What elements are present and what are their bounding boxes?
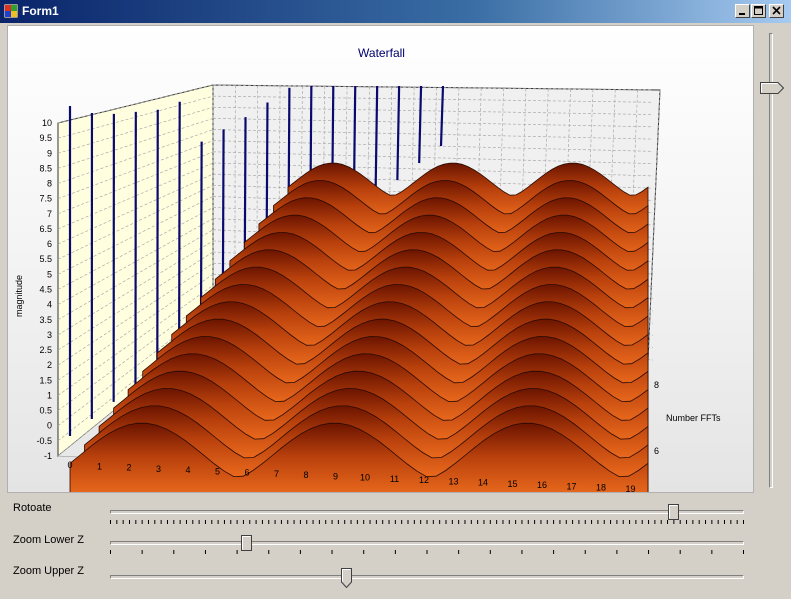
- xtick-label: 1: [97, 461, 102, 471]
- minimize-icon: [739, 13, 745, 15]
- ytick-label: 2.5: [39, 345, 52, 355]
- rotate-label: Rotoate: [13, 502, 52, 514]
- ytick-label: 1.5: [39, 375, 52, 385]
- xtick-label: 4: [185, 465, 190, 475]
- xtick-label: 13: [448, 476, 458, 486]
- y-axis-label: magnitude: [14, 275, 24, 317]
- xtick-label: 16: [537, 480, 547, 490]
- zoom-upper-label: Zoom Upper Z: [13, 565, 84, 577]
- vertical-trackbar-thumb[interactable]: [760, 82, 784, 94]
- xtick-label: 5: [215, 466, 220, 476]
- ytick-label: 5.5: [39, 254, 52, 264]
- ytick-label: 9.5: [39, 133, 52, 143]
- xtick-label: 0: [67, 460, 72, 470]
- ytick-label: 9: [47, 148, 52, 158]
- ytick-label: 6: [47, 239, 52, 249]
- maximize-button[interactable]: [751, 4, 766, 18]
- ytick-label: 7: [47, 209, 52, 219]
- zoom-lower-track[interactable]: [110, 541, 744, 545]
- zoom-upper-thumb[interactable]: [340, 568, 352, 588]
- xtick-label: 14: [478, 478, 488, 488]
- xtick-label: 8: [303, 470, 308, 480]
- chart-plot: 109.598.587.576.565.554.543.532.521.510.…: [14, 84, 721, 493]
- zoom-lower-label: Zoom Lower Z: [13, 534, 84, 546]
- ytick-label: 10: [42, 118, 52, 128]
- ytick-label: 3: [47, 330, 52, 340]
- depth-tick-label: 8: [654, 380, 659, 390]
- xtick-label: 18: [596, 483, 606, 493]
- ytick-label: -1: [44, 451, 52, 461]
- ytick-label: 1: [47, 390, 52, 400]
- xtick-label: 11: [390, 474, 399, 484]
- xtick-label: 10: [360, 473, 370, 483]
- waterfall-chart[interactable]: Waterfall 10 9.5 9 8.5 8 7.5 7 6.5 6 5.5 5 4.5 4 3.5 3…: [7, 25, 754, 493]
- close-button[interactable]: [769, 4, 784, 18]
- ytick-label: 3.5: [39, 315, 52, 325]
- ytick-label: 0: [47, 421, 52, 431]
- rotate-track[interactable]: [110, 510, 744, 514]
- ytick-label: 4.5: [39, 285, 52, 295]
- ytick-label: -0.5: [36, 436, 52, 446]
- minimize-button[interactable]: [735, 4, 750, 18]
- xtick-label: 7: [274, 469, 279, 479]
- ytick-label: 4: [47, 300, 52, 310]
- ytick-label: 2: [47, 360, 52, 370]
- xtick-label: 12: [419, 475, 429, 485]
- app-icon[interactable]: [4, 4, 18, 18]
- ytick-label: 8: [47, 179, 52, 189]
- close-icon: [772, 6, 781, 15]
- rotate-thumb[interactable]: [667, 504, 679, 520]
- zoom-upper-track[interactable]: [110, 575, 744, 579]
- spike: [178, 101, 181, 351]
- zoom-lower-ticks: [110, 550, 744, 554]
- xtick-label: 15: [507, 479, 517, 489]
- depth-tick-label: 6: [654, 446, 659, 456]
- title-bar[interactable]: Form1: [0, 0, 791, 23]
- ytick-label: 5: [47, 269, 52, 279]
- xtick-label: 2: [126, 463, 131, 473]
- ytick-label: 6.5: [39, 224, 52, 234]
- window-title: Form1: [22, 4, 59, 18]
- vertical-trackbar[interactable]: [769, 33, 773, 488]
- rotate-ticks: [110, 520, 744, 524]
- xtick-label: 3: [156, 464, 161, 474]
- maximize-icon: [754, 6, 763, 15]
- xtick-label: 19: [625, 484, 635, 493]
- xtick-label: 9: [333, 471, 338, 481]
- ytick-label: 8.5: [39, 163, 52, 173]
- ytick-label: 0.5: [39, 406, 52, 416]
- xtick-label: 17: [566, 481, 576, 491]
- ytick-label: 7.5: [39, 194, 52, 204]
- zoom-lower-thumb[interactable]: [240, 535, 252, 551]
- depth-axis-label: Number FFTs: [666, 413, 721, 423]
- xtick-label: 6: [244, 468, 249, 478]
